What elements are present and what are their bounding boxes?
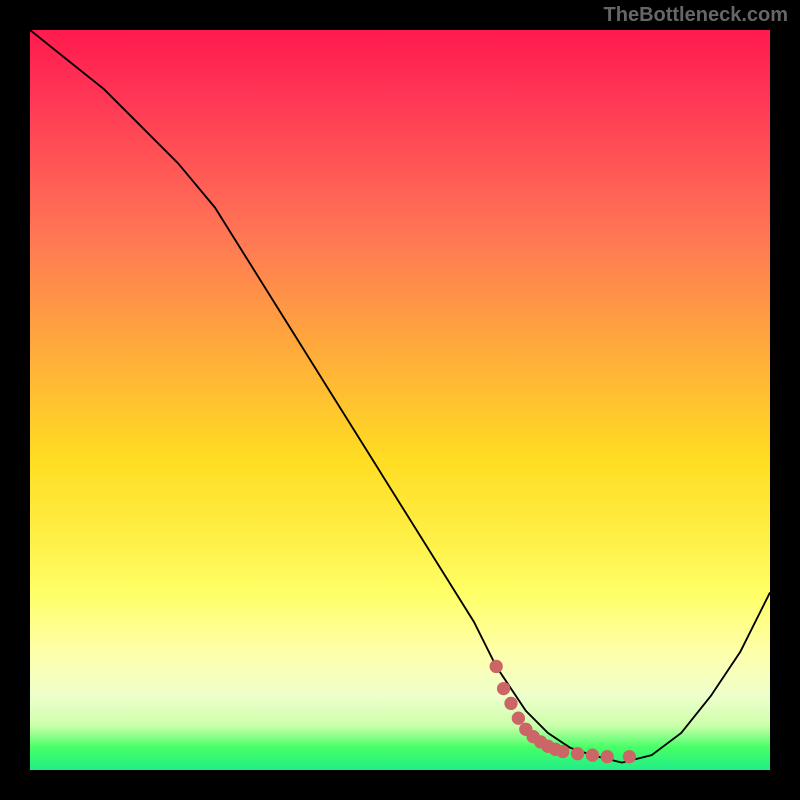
marker-dot — [512, 712, 525, 725]
marker-dot — [504, 697, 517, 710]
marker-dot — [571, 747, 584, 760]
marker-dot — [586, 749, 599, 762]
watermark-text: TheBottleneck.com — [604, 4, 788, 27]
plot-area — [30, 30, 770, 770]
highlighted-points — [490, 660, 637, 764]
marker-dot — [556, 745, 569, 758]
marker-dot — [601, 750, 614, 763]
marker-dot — [623, 750, 636, 763]
chart-container: TheBottleneck.com — [0, 0, 800, 800]
marker-layer — [30, 30, 770, 770]
marker-dot — [497, 682, 510, 695]
marker-dot — [490, 660, 503, 673]
